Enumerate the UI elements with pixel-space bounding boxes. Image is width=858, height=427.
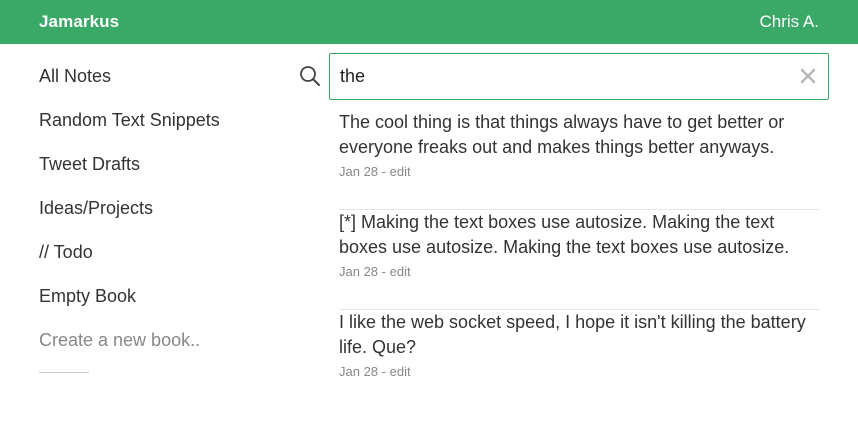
sidebar: All Notes Random Text Snippets Tweet Dra… (39, 64, 279, 373)
search-results: The cool thing is that things always hav… (339, 110, 820, 410)
sidebar-item-empty-book[interactable]: Empty Book (39, 284, 279, 328)
sidebar-item-todo[interactable]: // Todo (39, 240, 279, 284)
note-meta: Jan 28 - edit (339, 364, 820, 380)
app-brand[interactable]: Jamarkus (39, 12, 119, 32)
list-item: The cool thing is that things always hav… (339, 110, 820, 210)
list-item: I like the web socket speed, I hope it i… (339, 310, 820, 410)
edit-link[interactable]: edit (390, 364, 411, 379)
search-input[interactable] (340, 54, 790, 99)
note-text[interactable]: [*] Making the text boxes use autosize. … (339, 210, 820, 260)
close-icon[interactable] (799, 67, 817, 85)
note-date: Jan 28 (339, 364, 379, 379)
search-icon[interactable] (299, 65, 321, 87)
search-box (329, 53, 829, 100)
user-menu[interactable]: Chris A. (759, 12, 819, 32)
top-bar: Jamarkus Chris A. (0, 0, 858, 44)
edit-link[interactable]: edit (390, 164, 411, 179)
note-text[interactable]: I like the web socket speed, I hope it i… (339, 310, 820, 360)
meta-separator: - (378, 364, 390, 379)
create-book-link[interactable]: Create a new book.. (39, 328, 279, 372)
note-date: Jan 28 (339, 264, 379, 279)
sidebar-divider (39, 372, 89, 373)
meta-separator: - (378, 264, 390, 279)
note-date: Jan 28 (339, 164, 379, 179)
note-meta: Jan 28 - edit (339, 164, 820, 180)
note-meta: Jan 28 - edit (339, 264, 820, 280)
sidebar-item-all-notes[interactable]: All Notes (39, 64, 279, 108)
note-text[interactable]: The cool thing is that things always hav… (339, 110, 820, 160)
sidebar-item-tweet-drafts[interactable]: Tweet Drafts (39, 152, 279, 196)
sidebar-item-ideas-projects[interactable]: Ideas/Projects (39, 196, 279, 240)
meta-separator: - (378, 164, 390, 179)
list-item: [*] Making the text boxes use autosize. … (339, 210, 820, 310)
edit-link[interactable]: edit (390, 264, 411, 279)
sidebar-item-random-text-snippets[interactable]: Random Text Snippets (39, 108, 279, 152)
